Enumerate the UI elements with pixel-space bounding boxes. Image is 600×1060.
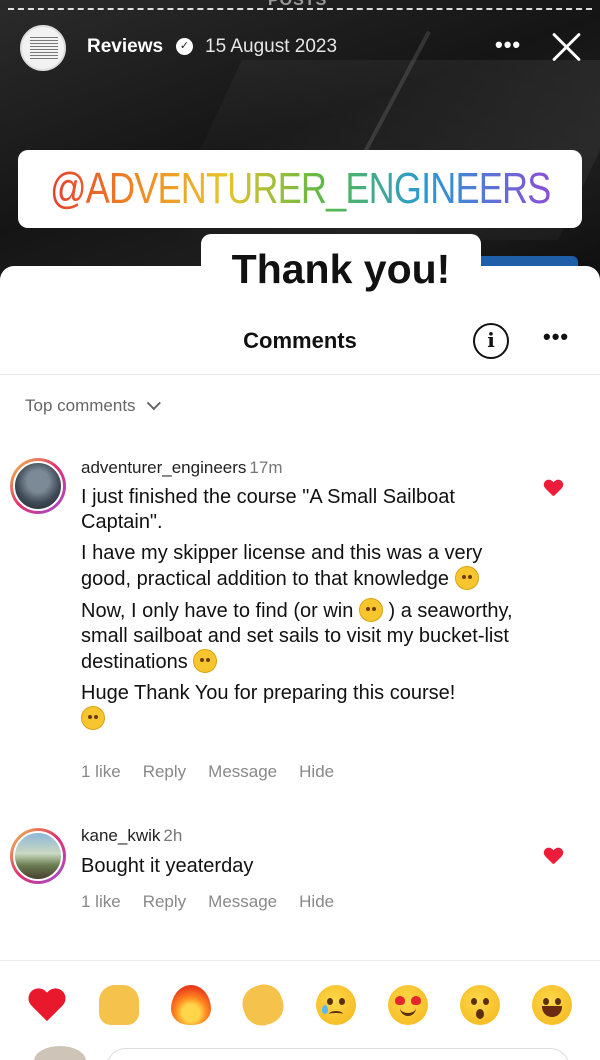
red-heart-icon[interactable] <box>27 985 67 1025</box>
tears-of-joy-face-icon[interactable] <box>532 985 572 1025</box>
comment-username-line: adventurer_engineers 17m <box>81 458 282 478</box>
comment-text: Bought it yeaterday <box>81 855 254 877</box>
sheet-divider <box>0 374 600 375</box>
account-name[interactable]: Reviews <box>87 36 163 58</box>
hide-button[interactable]: Hide <box>299 892 334 911</box>
comments-title: Comments <box>243 328 357 353</box>
message-button[interactable]: Message <box>208 762 277 781</box>
comments-more-options-icon[interactable]: ••• <box>543 324 569 350</box>
thank-you-text: Thank you! <box>231 245 451 292</box>
like-count[interactable]: 1 like <box>81 762 121 781</box>
fire-icon[interactable] <box>171 985 211 1025</box>
like-heart-icon[interactable] <box>544 848 562 866</box>
verified-badge-icon: ✓ <box>176 38 193 55</box>
like-count[interactable]: 1 like <box>81 892 121 911</box>
comment-paragraph: Huge Thank You for preparing this course… <box>81 681 521 732</box>
hide-button[interactable]: Hide <box>299 762 334 781</box>
message-button[interactable]: Message <box>208 892 277 911</box>
comment-time: 17m <box>249 458 283 477</box>
comment-username[interactable]: adventurer_engineers <box>81 458 246 477</box>
comment-text: I just finished the course "A Small Sail… <box>81 485 521 738</box>
account-avatar[interactable] <box>20 25 66 71</box>
smiling-face-icon <box>81 706 105 730</box>
raising-hands-icon[interactable] <box>99 985 139 1025</box>
reaction-bar <box>0 960 600 1050</box>
sort-label: Top comments <box>25 396 136 415</box>
comment-username-line: kane_kwik 2h <box>81 826 182 846</box>
story-header: Reviews ✓ 15 August 2023 ••• <box>0 22 600 72</box>
post-date: 15 August 2023 <box>205 36 338 57</box>
crying-face-icon[interactable] <box>316 985 356 1025</box>
info-icon[interactable]: i <box>473 323 509 359</box>
reply-button[interactable]: Reply <box>143 762 186 781</box>
winking-face-icon <box>358 598 383 622</box>
commenter-avatar[interactable] <box>10 458 66 514</box>
story-more-options-icon[interactable]: ••• <box>495 32 521 58</box>
comment-actions: 1 like Reply Message Hide <box>81 762 356 782</box>
sort-dropdown[interactable]: Top comments <box>25 396 161 416</box>
comment-paragraph: I just finished the course "A Small Sail… <box>81 486 455 533</box>
smiling-face-icon <box>454 566 479 590</box>
comment-input[interactable] <box>106 1048 570 1060</box>
thank-you-sticker: Thank you! <box>201 234 481 304</box>
posts-peek-label: POSTS <box>268 0 328 9</box>
surprised-face-icon[interactable] <box>460 985 500 1025</box>
comment-paragraph: Now, I only have to find (or win ) a sea… <box>81 598 513 673</box>
close-icon[interactable] <box>549 28 585 64</box>
clapping-hands-icon[interactable] <box>237 979 289 1031</box>
comment-actions: 1 like Reply Message Hide <box>81 892 356 912</box>
comment-paragraph: I have my skipper license and this was a… <box>81 542 483 590</box>
mention-text: @ADVENTURER_ENGINEERS <box>49 164 551 213</box>
mention-sticker[interactable]: @ADVENTURER_ENGINEERS <box>18 150 582 228</box>
like-heart-icon[interactable] <box>544 480 562 498</box>
reply-button[interactable]: Reply <box>143 892 186 911</box>
comment-time: 2h <box>163 826 183 845</box>
comment-username[interactable]: kane_kwik <box>81 826 160 845</box>
heart-eyes-face-icon[interactable] <box>388 985 428 1025</box>
commenter-avatar[interactable] <box>10 828 66 884</box>
star-struck-face-icon <box>193 649 218 673</box>
chevron-down-icon <box>146 396 161 411</box>
comments-sheet: Comments i ••• Top comments adventurer_e… <box>0 266 600 1060</box>
